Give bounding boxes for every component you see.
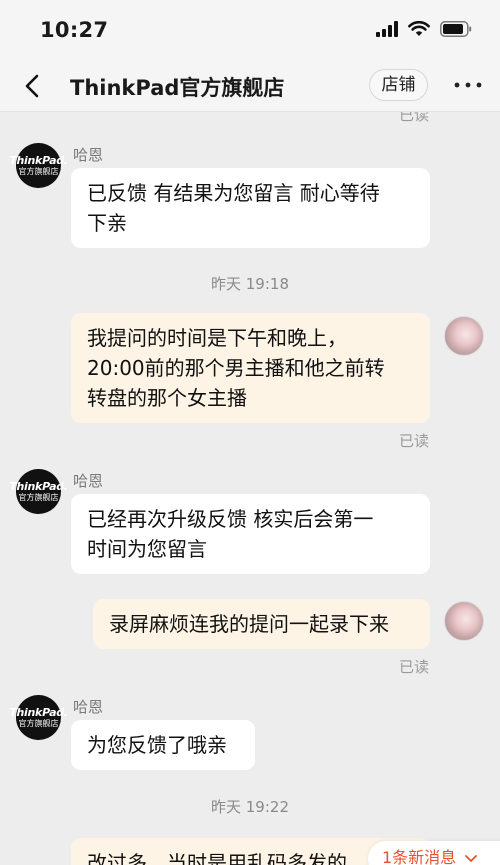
user-avatar[interactable] [444,316,484,356]
store-avatar-sub: 官方旗舰店 [18,492,59,502]
chevron-down-icon [465,854,478,862]
store-avatar-sub: 官方旗舰店 [18,718,59,728]
message-line: 下亲 [87,211,127,235]
message-bubble-incoming[interactable]: 已反馈 有结果为您留言 耐心等待 下亲 [71,168,430,248]
read-receipt: 已读 [399,658,430,676]
sender-name: 哈恩 [73,146,104,164]
message-line: 为您反馈了哦亲 [87,733,227,757]
store-avatar-brand: ThinkPad. [9,705,68,719]
store-avatar[interactable]: ThinkPad. 官方旗舰店 [9,695,68,740]
chat-area[interactable]: 已读 ThinkPad. 官方旗舰店 哈恩 已反馈 有结果为您留言 耐心等待 下… [0,112,500,865]
store-avatar-sub: 官方旗舰店 [18,166,59,176]
status-icons [376,21,472,37]
message-line: 录屏麻烦连我的提问一起录下来 [109,612,389,636]
message-line: 已反馈 有结果为您留言 耐心等待 [87,181,380,205]
message-line: 20:00前的那个男主播和他之前转 [87,356,385,380]
store-button[interactable]: 店铺 [369,69,428,101]
store-avatar[interactable]: ThinkPad. 官方旗舰店 [9,469,68,514]
store-avatar-brand: ThinkPad. [9,153,68,167]
status-time: 10:27 [40,18,109,42]
store-avatar[interactable]: ThinkPad. 官方旗舰店 [9,143,68,188]
wifi-icon [408,21,430,36]
read-receipt: 已读 [399,432,430,450]
message-line: 时间为您留言 [87,537,207,561]
read-receipt: 已读 [399,112,430,124]
message-line: 转盘的那个女主播 [87,386,247,410]
message-bubble-incoming[interactable]: 已经再次升级反馈 核实后会第一 时间为您留言 [71,494,430,574]
message-bubble-outgoing[interactable]: 录屏麻烦连我的提问一起录下来 [93,599,430,649]
message-bubble-outgoing[interactable]: 我提问的时间是下午和晚上， 20:00前的那个男主播和他之前转 转盘的那个女主播 [71,313,430,423]
timestamp: 昨天 19:22 [211,798,289,816]
nav-bar: ThinkPad官方旗舰店 店铺 [0,62,500,112]
status-bar: 10:27 [0,0,500,62]
message-line: 改过多，当时是用乱码多发的 [87,851,347,865]
message-bubble-incoming[interactable]: 为您反馈了哦亲 [71,720,255,770]
page-title: ThinkPad官方旗舰店 [70,76,285,100]
message-line: 我提问的时间是下午和晚上， [87,326,347,350]
signal-icon [376,21,398,37]
timestamp: 昨天 19:18 [211,275,289,293]
new-message-indicator[interactable]: 1条新消息 [368,841,500,865]
more-icon[interactable] [452,78,484,92]
message-line: 已经再次升级反馈 核实后会第一 [87,507,374,531]
back-arrow-icon[interactable] [18,71,48,101]
new-message-label: 1条新消息 [382,848,457,865]
store-avatar-brand: ThinkPad. [9,479,68,493]
user-avatar[interactable] [444,601,484,641]
sender-name: 哈恩 [73,698,104,716]
sender-name: 哈恩 [73,472,104,490]
battery-icon [440,21,472,37]
